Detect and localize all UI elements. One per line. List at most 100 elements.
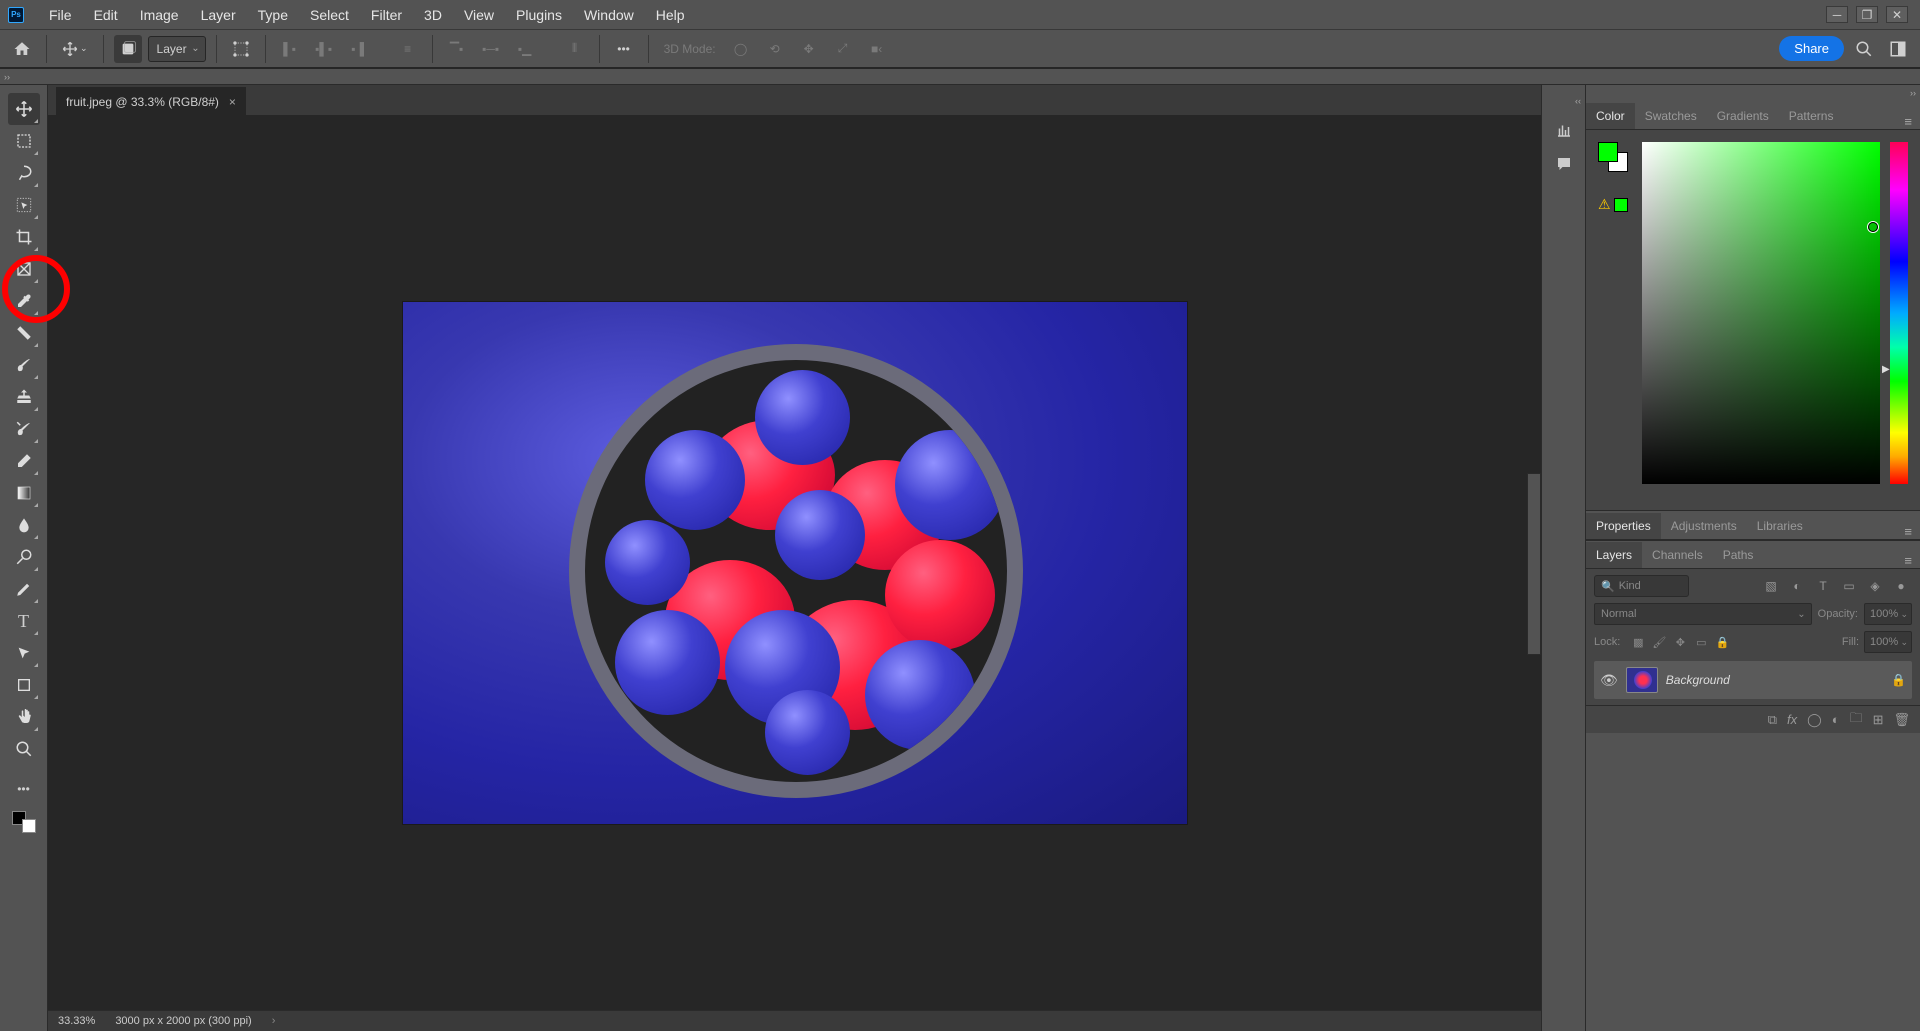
pan-3d-icon[interactable]: ✥ [795,35,823,63]
menu-plugins[interactable]: Plugins [505,1,573,28]
close-tab-icon[interactable]: × [229,95,236,109]
orbit-3d-icon[interactable]: ◯ [727,35,755,63]
search-icon[interactable] [1850,35,1878,63]
filter-toggle-icon[interactable]: ● [1890,575,1912,597]
lasso-tool[interactable] [8,157,40,189]
link-layers-icon[interactable]: ⧉ [1768,712,1777,728]
histogram-panel-icon[interactable] [1551,117,1577,143]
zoom-level[interactable]: 33.33% [58,1015,95,1027]
canvas-area[interactable] [48,115,1541,1010]
menu-help[interactable]: Help [645,1,696,28]
share-button[interactable]: Share [1779,36,1844,61]
path-selection-tool[interactable] [8,637,40,669]
filter-adjustment-icon[interactable]: ◐ [1786,575,1808,597]
menu-select[interactable]: Select [299,1,360,28]
document-tab[interactable]: fruit.jpeg @ 33.3% (RGB/8#) × [56,87,246,115]
rectangular-marquee-tool[interactable] [8,125,40,157]
opacity-input[interactable]: 100% [1864,603,1912,625]
move-tool[interactable] [8,93,40,125]
slide-3d-icon[interactable]: ⤢ [829,35,857,63]
align-bottom-icon[interactable]: ▪▁ [511,35,539,63]
tab-color[interactable]: Color [1586,103,1635,129]
gamut-warning[interactable]: ⚠ [1598,196,1632,213]
object-selection-tool[interactable] [8,189,40,221]
crop-tool[interactable] [8,221,40,253]
blend-mode-select[interactable]: Normal [1594,603,1812,625]
workspace-switcher-icon[interactable] [1884,35,1912,63]
align-center-v-icon[interactable]: ▪─▪ [477,35,505,63]
menu-edit[interactable]: Edit [83,1,129,28]
scale-3d-icon[interactable]: ■‹ [863,35,891,63]
menu-file[interactable]: File [38,1,83,28]
layer-thumbnail[interactable] [1626,667,1658,693]
home-button[interactable] [8,35,36,63]
align-left-icon[interactable]: ▌▪ [276,35,304,63]
align-center-h-icon[interactable]: ▪▌▪ [310,35,338,63]
restore-button[interactable]: ❐ [1856,6,1878,23]
tab-properties[interactable]: Properties [1586,513,1661,539]
layer-lock-icon[interactable]: 🔒 [1891,673,1906,687]
lock-artboard-icon[interactable]: ▭ [1692,633,1710,651]
fill-input[interactable]: 100% [1864,631,1912,653]
hand-tool[interactable] [8,701,40,733]
spot-healing-tool[interactable] [8,317,40,349]
filter-pixel-icon[interactable]: ▧ [1760,575,1782,597]
new-layer-icon[interactable]: ⊞ [1873,712,1884,728]
filter-shape-icon[interactable]: ▭ [1838,575,1860,597]
dodge-tool[interactable] [8,541,40,573]
tab-adjustments[interactable]: Adjustments [1661,513,1747,539]
move-tool-icon[interactable]: ⌄ [57,35,93,63]
delete-layer-icon[interactable]: 🗑 [1893,712,1910,728]
layer-row-background[interactable]: 👁 Background 🔒 [1594,661,1912,699]
menu-window[interactable]: Window [573,1,645,28]
transform-controls-toggle[interactable] [227,35,255,63]
type-tool[interactable]: T [8,605,40,637]
layer-name[interactable]: Background [1666,673,1730,687]
tab-layers[interactable]: Layers [1586,542,1642,568]
menu-layer[interactable]: Layer [190,1,247,28]
panel-strip-collapse[interactable]: ‹‹ [1542,93,1585,109]
foreground-background-colors[interactable] [8,805,40,837]
pen-tool[interactable] [8,573,40,605]
roll-3d-icon[interactable]: ⟲ [761,35,789,63]
align-top-icon[interactable]: ▔▪ [443,35,471,63]
tab-channels[interactable]: Channels [1642,542,1713,568]
toolbar-collapse-bar[interactable]: ›› [0,69,1920,85]
edit-toolbar-icon[interactable]: ••• [8,773,40,805]
eraser-tool[interactable] [8,445,40,477]
eyedropper-tool[interactable] [8,285,40,317]
history-brush-tool[interactable] [8,413,40,445]
group-layers-icon[interactable]: 🗀 [1850,709,1863,731]
more-options-icon[interactable]: ••• [610,35,638,63]
close-button[interactable]: ✕ [1886,6,1908,23]
frame-tool[interactable] [8,253,40,285]
auto-select-target[interactable]: Layer [148,36,206,62]
panels-collapse[interactable]: ›› [1586,85,1920,101]
filter-smart-icon[interactable]: ◈ [1864,575,1886,597]
lock-position-icon[interactable]: ✥ [1671,633,1689,651]
blur-tool[interactable] [8,509,40,541]
brush-tool[interactable] [8,349,40,381]
align-stretch-icon[interactable]: ≡ [394,35,422,63]
layer-style-icon[interactable]: fx [1787,712,1797,727]
menu-view[interactable]: View [453,1,505,28]
adjustment-layer-icon[interactable]: ◐ [1832,712,1840,727]
align-right-icon[interactable]: ▪▐ [344,35,372,63]
minimize-button[interactable]: ─ [1826,6,1848,23]
hue-slider-handle[interactable]: ▶ [1882,364,1890,375]
tab-paths[interactable]: Paths [1713,542,1764,568]
lock-all-icon[interactable]: 🔒 [1713,633,1731,651]
distribute-icon[interactable]: ⫴ [561,35,589,63]
tab-patterns[interactable]: Patterns [1779,103,1844,129]
color-picker-field[interactable] [1642,142,1880,484]
rectangle-tool[interactable] [8,669,40,701]
tab-swatches[interactable]: Swatches [1635,103,1707,129]
tab-gradients[interactable]: Gradients [1707,103,1779,129]
layer-visibility-icon[interactable]: 👁 [1600,672,1618,689]
layers-panel-menu-icon[interactable]: ≡ [1896,553,1920,568]
menu-filter[interactable]: Filter [360,1,413,28]
menu-image[interactable]: Image [129,1,190,28]
layer-mask-icon[interactable]: ◯ [1807,712,1822,728]
properties-panel-menu-icon[interactable]: ≡ [1896,524,1920,539]
gradient-tool[interactable] [8,477,40,509]
